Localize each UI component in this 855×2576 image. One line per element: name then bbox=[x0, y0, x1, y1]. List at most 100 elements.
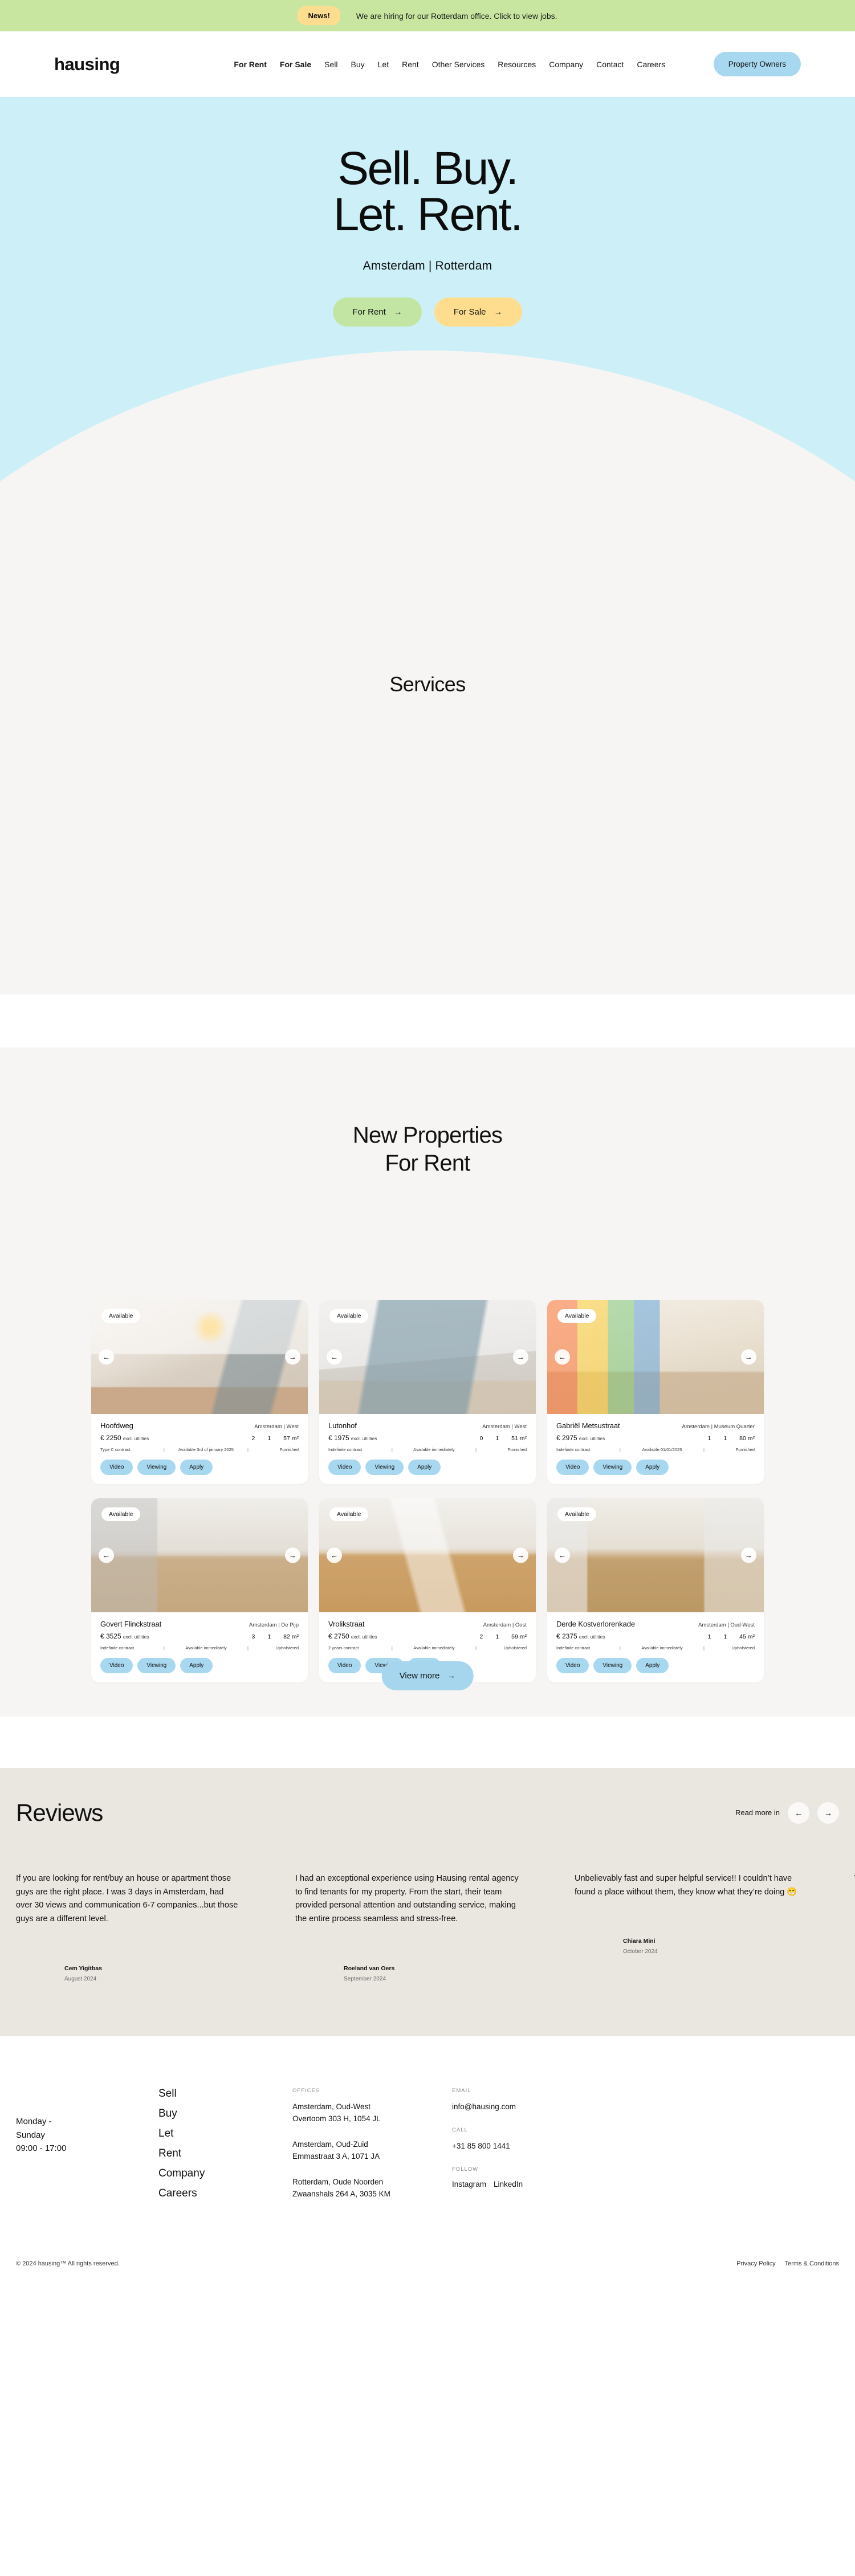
for-sale-button[interactable]: For Sale → bbox=[434, 297, 522, 327]
footer-link-careers[interactable]: Careers bbox=[158, 2187, 292, 2200]
apply-button[interactable]: Apply bbox=[180, 1657, 213, 1673]
read-more-link[interactable]: Read more in bbox=[735, 1808, 780, 1817]
meta-separator: | bbox=[163, 1446, 165, 1452]
phone-value[interactable]: +31 85 800 1441 bbox=[452, 2141, 612, 2153]
hours-line-1: Monday - bbox=[16, 2117, 52, 2127]
contract-type: 2 years contract bbox=[328, 1645, 359, 1650]
nav-item-other-services[interactable]: Other Services bbox=[432, 60, 485, 69]
meta-separator: | bbox=[163, 1645, 165, 1650]
review-author-name: Roeland van Oers bbox=[344, 1965, 395, 1972]
meta-separator: | bbox=[391, 1446, 393, 1452]
view-more-button[interactable]: View more → bbox=[381, 1661, 474, 1690]
reviews-next-icon[interactable]: → bbox=[817, 1801, 839, 1824]
terms-conditions-link[interactable]: Terms & Conditions bbox=[785, 2260, 839, 2267]
viewing-button[interactable]: Viewing bbox=[365, 1459, 404, 1475]
copyright-text: © 2024 hausing™ All rights reserved. bbox=[16, 2260, 120, 2268]
footer-link-buy[interactable]: Buy bbox=[158, 2108, 292, 2120]
carousel-prev-icon[interactable]: ← bbox=[99, 1547, 114, 1563]
reviews-carousel[interactable]: If you are looking for rent/buy an house… bbox=[0, 1872, 855, 1983]
property-card[interactable]: Available ← → Derde Kostverlorenkade Ams… bbox=[547, 1498, 764, 1682]
carousel-next-icon[interactable]: → bbox=[513, 1349, 528, 1365]
meta-separator: | bbox=[619, 1645, 621, 1650]
property-location: Amsterdam | Oud-West bbox=[698, 1621, 755, 1628]
instagram-link[interactable]: Instagram bbox=[452, 2180, 486, 2188]
footer-link-sell[interactable]: Sell bbox=[158, 2088, 292, 2100]
carousel-prev-icon[interactable]: ← bbox=[555, 1349, 570, 1365]
nav-item-for-rent[interactable]: For Rent bbox=[234, 60, 267, 69]
availability: Available 3rd of january 2025 bbox=[178, 1446, 234, 1452]
footer-link-let[interactable]: Let bbox=[158, 2127, 292, 2140]
apply-button[interactable]: Apply bbox=[180, 1459, 213, 1475]
carousel-prev-icon[interactable]: ← bbox=[555, 1547, 570, 1563]
review-card: I had an exceptional experience using Ha… bbox=[295, 1872, 575, 1983]
nav-item-sell[interactable]: Sell bbox=[324, 60, 337, 69]
carousel-next-icon[interactable]: → bbox=[741, 1349, 756, 1365]
site-footer: Monday - Sunday 09:00 - 17:00 Sell Buy L… bbox=[0, 2036, 855, 2214]
nav-item-resources[interactable]: Resources bbox=[498, 60, 536, 69]
property-specs: 1 1 80 m² bbox=[707, 1435, 755, 1442]
video-button[interactable]: Video bbox=[328, 1459, 361, 1475]
property-card[interactable]: Available ← → Govert Flinckstraat Amster… bbox=[91, 1498, 308, 1682]
rooms-count: 2 bbox=[251, 1434, 255, 1442]
viewing-button[interactable]: Viewing bbox=[593, 1657, 632, 1673]
carousel-next-icon[interactable]: → bbox=[285, 1349, 300, 1365]
footer-link-rent[interactable]: Rent bbox=[158, 2147, 292, 2160]
apply-button[interactable]: Apply bbox=[636, 1459, 669, 1475]
apply-button[interactable]: Apply bbox=[408, 1459, 441, 1475]
property-actions: Video Viewing Apply bbox=[100, 1459, 299, 1475]
footer-link-company[interactable]: Company bbox=[158, 2167, 292, 2180]
footer-offices: OFFICES Amsterdam, Oud-West Overtoom 303… bbox=[292, 2088, 452, 2214]
video-button[interactable]: Video bbox=[556, 1657, 589, 1673]
video-button[interactable]: Video bbox=[100, 1459, 133, 1475]
carousel-prev-icon[interactable]: ← bbox=[327, 1547, 342, 1563]
privacy-policy-link[interactable]: Privacy Policy bbox=[736, 2260, 775, 2267]
review-author: Roeland van Oers September 2024 bbox=[295, 1965, 520, 1982]
nav-item-buy[interactable]: Buy bbox=[351, 60, 365, 69]
viewing-button[interactable]: Viewing bbox=[137, 1459, 176, 1475]
apply-button[interactable]: Apply bbox=[636, 1657, 669, 1673]
property-owners-button[interactable]: Property Owners bbox=[713, 52, 801, 76]
arrow-right-icon: → bbox=[447, 1670, 456, 1681]
property-card[interactable]: Available ← → Lutonhof Amsterdam | West … bbox=[319, 1299, 536, 1484]
property-card[interactable]: Available ← → Vrolikstraat Amsterdam | O… bbox=[319, 1498, 536, 1682]
services-section: Services bbox=[0, 499, 855, 994]
property-image: Available ← → bbox=[91, 1299, 308, 1414]
nav-item-careers[interactable]: Careers bbox=[637, 60, 665, 69]
video-button[interactable]: Video bbox=[556, 1459, 589, 1475]
announcement-text[interactable]: We are hiring for our Rotterdam office. … bbox=[356, 11, 557, 21]
site-header: hausing For Rent For Sale Sell Buy Let R… bbox=[0, 31, 855, 97]
video-button[interactable]: Video bbox=[100, 1657, 133, 1673]
nav-item-rent[interactable]: Rent bbox=[402, 60, 419, 69]
carousel-prev-icon[interactable]: ← bbox=[327, 1349, 342, 1365]
furnishing: Furnished bbox=[279, 1446, 299, 1452]
video-button[interactable]: Video bbox=[328, 1657, 361, 1673]
review-text: I had an exceptional experience using Ha… bbox=[295, 1873, 519, 1924]
property-card[interactable]: Available ← → Hoofdweg Amsterdam | West … bbox=[91, 1299, 308, 1484]
nav-item-contact[interactable]: Contact bbox=[596, 60, 624, 69]
carousel-prev-icon[interactable]: ← bbox=[99, 1349, 114, 1365]
availability: Available immediately bbox=[413, 1645, 455, 1650]
viewing-button[interactable]: Viewing bbox=[593, 1459, 632, 1475]
call-block: CALL +31 85 800 1441 bbox=[452, 2127, 612, 2153]
property-meta: Type C contract | Available 3rd of janua… bbox=[100, 1447, 299, 1452]
properties-section: New Properties For Rent Available ← → Ho… bbox=[0, 1047, 855, 1717]
meta-separator: | bbox=[247, 1446, 249, 1452]
carousel-next-icon[interactable]: → bbox=[285, 1547, 300, 1563]
linkedin-link[interactable]: LinkedIn bbox=[494, 2180, 523, 2188]
viewing-button[interactable]: Viewing bbox=[137, 1657, 176, 1673]
nav-item-for-sale[interactable]: For Sale bbox=[280, 60, 311, 69]
property-price: € 1975 excl. utilities bbox=[328, 1434, 377, 1442]
logo[interactable]: hausing bbox=[54, 54, 120, 75]
email-value[interactable]: info@hausing.com bbox=[452, 2101, 612, 2113]
nav-item-let[interactable]: Let bbox=[378, 60, 389, 69]
property-image: Available ← → bbox=[319, 1498, 536, 1612]
property-card[interactable]: Available ← → Gabriël Metsustraat Amster… bbox=[547, 1299, 764, 1484]
carousel-next-icon[interactable]: → bbox=[741, 1547, 756, 1563]
reviews-prev-icon[interactable]: ← bbox=[788, 1801, 809, 1824]
for-rent-button[interactable]: For Rent → bbox=[333, 297, 422, 327]
email-label: EMAIL bbox=[452, 2088, 471, 2094]
reviews-section: Reviews Read more in ← → If you are look… bbox=[0, 1767, 855, 2037]
carousel-next-icon[interactable]: → bbox=[513, 1547, 528, 1563]
announcement-bar[interactable]: News! We are hiring for our Rotterdam of… bbox=[0, 0, 855, 31]
nav-item-company[interactable]: Company bbox=[549, 60, 583, 69]
